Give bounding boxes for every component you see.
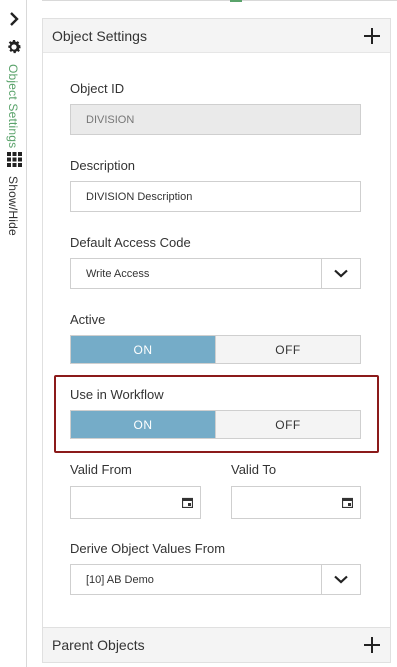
default-access-code-select[interactable]: Write Access [70, 258, 361, 289]
chevron-down-icon[interactable] [321, 259, 360, 288]
valid-from-input[interactable] [70, 486, 201, 519]
default-access-code-label: Default Access Code [70, 235, 191, 250]
valid-to-input[interactable] [231, 486, 361, 519]
select-value: Write Access [86, 267, 150, 280]
object-id-field: DIVISION [70, 104, 361, 135]
derive-values-label: Derive Object Values From [70, 541, 226, 556]
active-on-option[interactable]: ON [71, 336, 215, 363]
active-label: Active [70, 312, 106, 327]
derive-values-select[interactable]: [10] AB Demo [70, 564, 361, 595]
parent-objects-panel[interactable]: Parent Objects [42, 627, 391, 663]
side-rail: Object Settings Show/Hide [0, 0, 27, 667]
chevron-right-icon[interactable] [8, 10, 20, 28]
select-value: [10] AB Demo [86, 573, 154, 586]
use-in-workflow-toggle[interactable]: ON OFF [70, 410, 361, 439]
panel-title: Parent Objects [52, 637, 145, 653]
active-toggle[interactable]: ON OFF [70, 335, 361, 364]
calendar-icon[interactable] [182, 497, 193, 508]
object-settings-header[interactable]: Object Settings [43, 19, 390, 53]
top-divider [42, 0, 397, 1]
description-field[interactable]: DIVISION Description [70, 181, 361, 212]
plus-icon[interactable] [364, 27, 380, 44]
grid-icon[interactable] [7, 152, 22, 167]
parent-objects-header[interactable]: Parent Objects [43, 628, 390, 662]
workflow-off-option[interactable]: OFF [215, 411, 360, 438]
workflow-on-option[interactable]: ON [71, 411, 215, 438]
tab-object-settings[interactable]: Object Settings [6, 64, 20, 148]
description-label: Description [70, 158, 136, 173]
active-off-option[interactable]: OFF [215, 336, 360, 363]
valid-from-label: Valid From [70, 462, 132, 477]
panel-title: Object Settings [52, 27, 147, 44]
valid-to-label: Valid To [231, 462, 277, 477]
chevron-down-icon[interactable] [321, 565, 360, 594]
object-id-label: Object ID [70, 81, 125, 96]
tab-show-hide[interactable]: Show/Hide [6, 176, 20, 236]
calendar-icon[interactable] [342, 497, 353, 508]
plus-icon[interactable] [364, 637, 380, 653]
use-in-workflow-label: Use in Workflow [70, 387, 164, 402]
top-accent [230, 0, 242, 2]
gear-icon[interactable] [5, 38, 23, 56]
